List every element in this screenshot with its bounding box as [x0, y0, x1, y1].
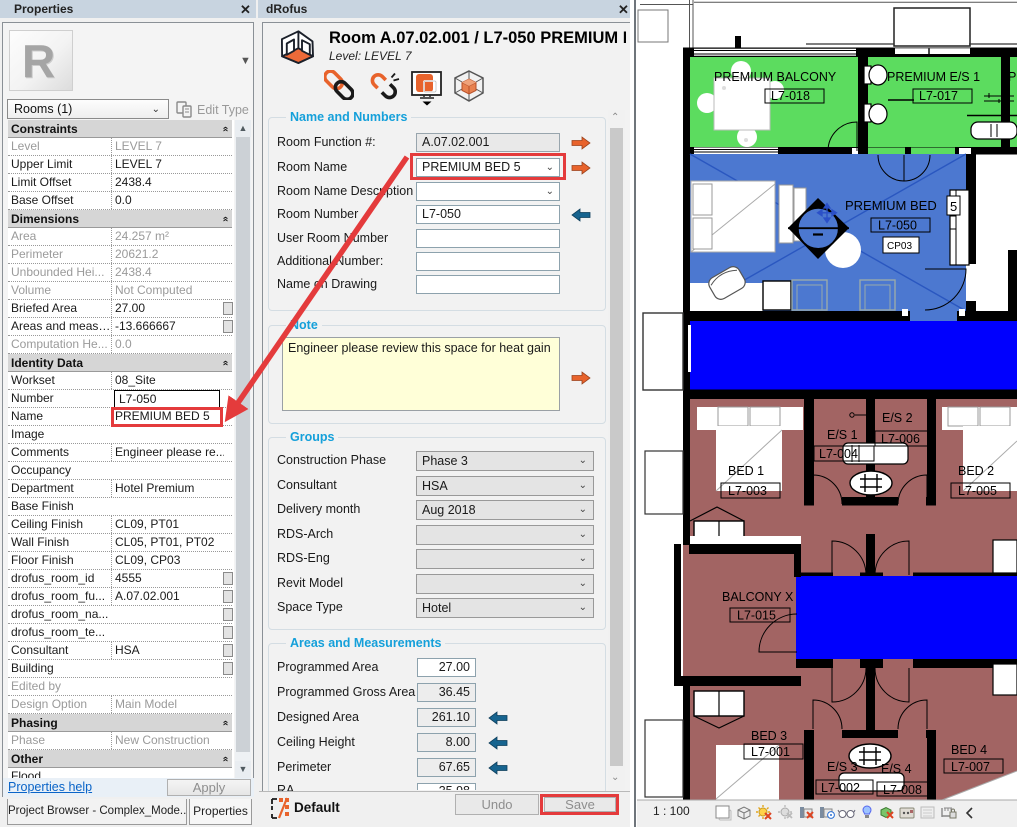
svg-text:BED 4: BED 4 [951, 743, 987, 757]
svg-text:E/S 2: E/S 2 [882, 411, 913, 425]
svg-text:L7-007: L7-007 [951, 760, 990, 774]
svg-text:CP03: CP03 [887, 241, 912, 252]
svg-text:L7-004: L7-004 [819, 447, 858, 461]
svg-text:L7-018: L7-018 [771, 89, 810, 103]
svg-text:E/S 3: E/S 3 [827, 760, 858, 774]
svg-text:BED 2: BED 2 [958, 464, 994, 478]
svg-text:PREMIUM E/S 1: PREMIUM E/S 1 [887, 70, 980, 84]
svg-text:BALCONY X: BALCONY X [722, 590, 794, 604]
svg-text:L7-008: L7-008 [883, 783, 922, 797]
svg-text:PREMIUM BALCONY: PREMIUM BALCONY [714, 70, 837, 84]
svg-text:L7-001: L7-001 [751, 745, 790, 759]
svg-text:E/S 4: E/S 4 [881, 762, 912, 776]
svg-text:L7-002: L7-002 [821, 781, 860, 795]
svg-text:1 : 100: 1 : 100 [653, 804, 690, 818]
svg-text:L7-003: L7-003 [728, 484, 767, 498]
svg-text:L7-015: L7-015 [737, 609, 776, 623]
svg-text:L7-005: L7-005 [958, 484, 997, 498]
svg-text:L7-050: L7-050 [878, 219, 917, 233]
svg-text:PREMIUM BED: PREMIUM BED [845, 198, 937, 213]
svg-text:5: 5 [950, 199, 957, 214]
svg-text:L7-017: L7-017 [919, 89, 958, 103]
svg-text:E/S 1: E/S 1 [827, 428, 858, 442]
svg-text:L7-006: L7-006 [881, 432, 920, 446]
svg-text:BED 1: BED 1 [728, 464, 764, 478]
svg-text:PR: PR [1008, 70, 1017, 84]
svg-text:BED 3: BED 3 [751, 729, 787, 743]
